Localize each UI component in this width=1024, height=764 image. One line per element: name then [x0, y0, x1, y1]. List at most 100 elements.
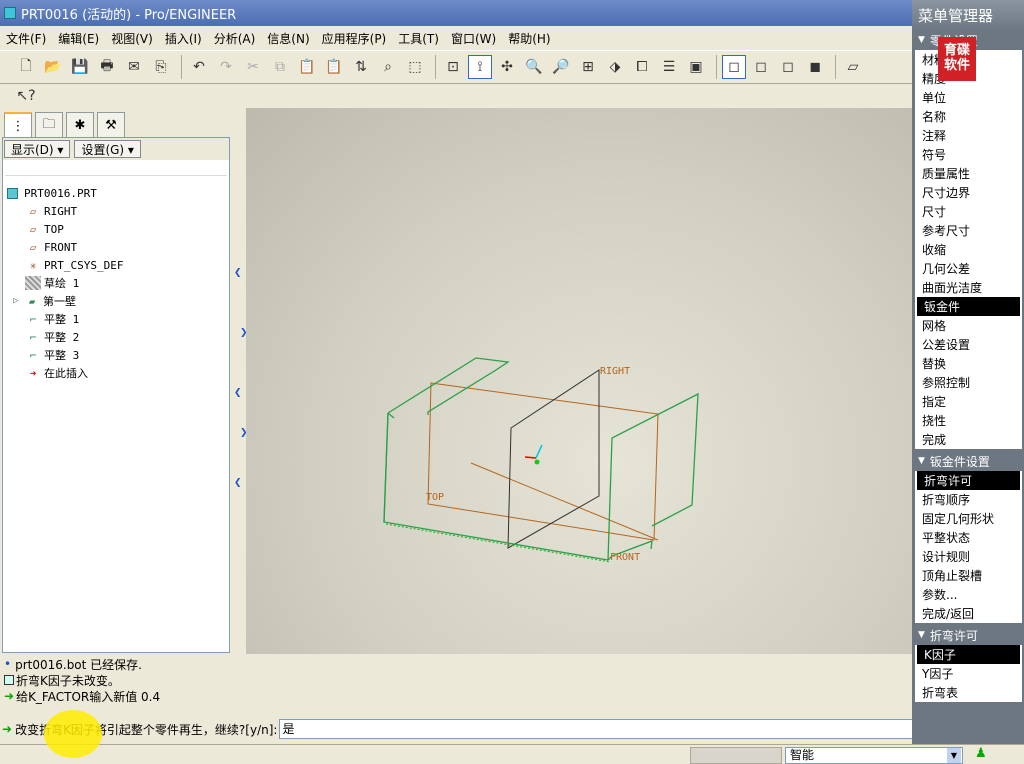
menu-view[interactable]: 视图(V): [105, 30, 159, 47]
new-file-icon[interactable]: 🗋: [14, 55, 38, 79]
menu-item[interactable]: 折弯表: [915, 683, 1022, 702]
favorites-tab-icon[interactable]: ✱: [66, 112, 94, 138]
menu-item[interactable]: 参数...: [915, 585, 1022, 604]
menu-item[interactable]: 替换: [915, 354, 1022, 373]
menu-item[interactable]: 网格: [915, 316, 1022, 335]
menu-item[interactable]: 公差设置: [915, 335, 1022, 354]
tree-item-sketch[interactable]: 草绘 1: [3, 274, 229, 292]
menu-item[interactable]: 顶角止裂槽: [915, 566, 1022, 585]
shading-icon[interactable]: ◼: [803, 55, 827, 79]
menu-file[interactable]: 文件(F): [0, 30, 52, 47]
menu-section-header[interactable]: ▼ 钣金件设置: [912, 451, 1024, 471]
tree-item-right[interactable]: ▱ RIGHT: [3, 202, 229, 220]
menu-item[interactable]: 指定: [915, 392, 1022, 411]
menu-item[interactable]: Y因子: [915, 664, 1022, 683]
menu-info[interactable]: 信息(N): [261, 30, 315, 47]
open-file-icon[interactable]: 📂: [41, 55, 65, 79]
redo-icon[interactable]: ↷: [214, 55, 238, 79]
menu-insert[interactable]: 插入(I): [159, 30, 208, 47]
tree-item-flat-3[interactable]: ⌐ 平整 3: [3, 346, 229, 364]
menu-item[interactable]: 折弯顺序: [915, 490, 1022, 509]
menu-item[interactable]: 参考尺寸: [915, 221, 1022, 240]
wireframe-icon[interactable]: ◻: [722, 55, 746, 79]
menu-item[interactable]: 单位: [915, 88, 1022, 107]
tree-item-part[interactable]: PRT0016.PRT: [3, 184, 229, 202]
tree-item-csys[interactable]: ✳ PRT_CSYS_DEF: [3, 256, 229, 274]
undo-icon[interactable]: ↶: [187, 55, 211, 79]
paste-icon[interactable]: 📋: [295, 55, 319, 79]
connections-tab-icon[interactable]: ⚒: [97, 112, 125, 138]
copy-icon[interactable]: ⧉: [268, 55, 292, 79]
zoom-out-icon[interactable]: 🔎: [549, 55, 573, 79]
show-button[interactable]: 显示(D) ▾: [4, 140, 71, 158]
refit-icon[interactable]: ⊞: [576, 55, 600, 79]
prompt-input[interactable]: 是: [279, 719, 958, 739]
tree-item-flat-2[interactable]: ⌐ 平整 2: [3, 328, 229, 346]
menu-item[interactable]: 名称: [915, 107, 1022, 126]
find-icon[interactable]: ⌕: [376, 55, 400, 79]
tree-item-top[interactable]: ▱ TOP: [3, 220, 229, 238]
menu-item[interactable]: 曲面光洁度: [915, 278, 1022, 297]
menu-help[interactable]: 帮助(H): [502, 30, 556, 47]
menu-item[interactable]: 完成/返回: [915, 604, 1022, 623]
menu-item[interactable]: 设计规则: [915, 547, 1022, 566]
menu-item[interactable]: 参照控制: [915, 373, 1022, 392]
tree-item-front[interactable]: ▱ FRONT: [3, 238, 229, 256]
print-icon[interactable]: 🖶: [95, 55, 119, 79]
paste-special-icon[interactable]: 📋: [322, 55, 346, 79]
datum-planes-icon[interactable]: ▱: [841, 55, 865, 79]
select-box-icon[interactable]: ⬚: [403, 55, 427, 79]
dropdown-arrow-icon[interactable]: ▼: [947, 748, 961, 763]
email-link-icon[interactable]: ⎘: [149, 55, 173, 79]
menu-item[interactable]: 符号: [915, 145, 1022, 164]
model-tree-tab-icon[interactable]: ⋮: [4, 112, 32, 138]
saved-views-icon[interactable]: ⧠: [630, 55, 654, 79]
menu-item[interactable]: 固定几何形状: [915, 509, 1022, 528]
tree-item-insert-here[interactable]: ➜ 在此插入: [3, 364, 229, 382]
spin-center-icon[interactable]: ⟟: [468, 55, 492, 79]
menu-analysis[interactable]: 分析(A): [208, 30, 262, 47]
cut-icon[interactable]: ✂: [241, 55, 265, 79]
orient-mode-icon[interactable]: ✣: [495, 55, 519, 79]
settings-button[interactable]: 设置(G) ▾: [74, 140, 141, 158]
menu-section-header[interactable]: ▼ 折弯许可: [912, 625, 1024, 645]
menu-item[interactable]: 几何公差: [915, 259, 1022, 278]
menu-item[interactable]: 注释: [915, 126, 1022, 145]
menu-item[interactable]: 挠性: [915, 411, 1022, 430]
expand-arrow-icon[interactable]: ▷: [11, 294, 21, 308]
layers-icon[interactable]: ☰: [657, 55, 681, 79]
folder-browser-tab-icon[interactable]: 🗀: [35, 112, 63, 138]
tree-item-flat-1[interactable]: ⌐ 平整 1: [3, 310, 229, 328]
regenerate-icon[interactable]: ⇅: [349, 55, 373, 79]
menu-tools[interactable]: 工具(T): [392, 30, 445, 47]
collapse-arrow-icon[interactable]: ❮: [234, 268, 242, 278]
collapse-arrow-icon[interactable]: ❮: [234, 478, 242, 488]
traffic-light-icon[interactable]: ♟: [975, 746, 987, 761]
menu-item[interactable]: 质量属性: [915, 164, 1022, 183]
view-manager-icon[interactable]: ▣: [684, 55, 708, 79]
context-help-icon[interactable]: ↖?: [14, 84, 38, 108]
menu-edit[interactable]: 编辑(E): [52, 30, 105, 47]
menu-item[interactable]: 钣金件: [917, 297, 1020, 316]
graphics-viewport[interactable]: RIGHT TOP FRONT: [246, 108, 912, 654]
reorient-icon[interactable]: ⬗: [603, 55, 627, 79]
collapse-arrow-icon[interactable]: ❮: [234, 388, 242, 398]
redraw-icon[interactable]: ⊡: [441, 55, 465, 79]
zoom-in-icon[interactable]: 🔍: [522, 55, 546, 79]
no-hidden-icon[interactable]: ◻: [776, 55, 800, 79]
menu-item[interactable]: 折弯许可: [917, 471, 1020, 490]
selection-filter-select[interactable]: 智能 ▼: [785, 747, 963, 764]
save-icon[interactable]: 💾: [68, 55, 92, 79]
tree-item-first-wall[interactable]: ▷ ▰ 第一壁: [3, 292, 229, 310]
menu-applications[interactable]: 应用程序(P): [316, 30, 393, 47]
menu-item[interactable]: K因子: [917, 645, 1020, 664]
menu-item[interactable]: 完成: [915, 430, 1022, 449]
menu-window[interactable]: 窗口(W): [445, 30, 502, 47]
menu-item[interactable]: 平整状态: [915, 528, 1022, 547]
email-icon[interactable]: ✉: [122, 55, 146, 79]
menu-item[interactable]: 收缩: [915, 240, 1022, 259]
menu-item[interactable]: 尺寸: [915, 202, 1022, 221]
panel-splitter[interactable]: ❮ ❯ ❮ ❯ ❮: [232, 108, 248, 654]
menu-item[interactable]: 尺寸边界: [915, 183, 1022, 202]
hidden-line-icon[interactable]: ◻: [749, 55, 773, 79]
